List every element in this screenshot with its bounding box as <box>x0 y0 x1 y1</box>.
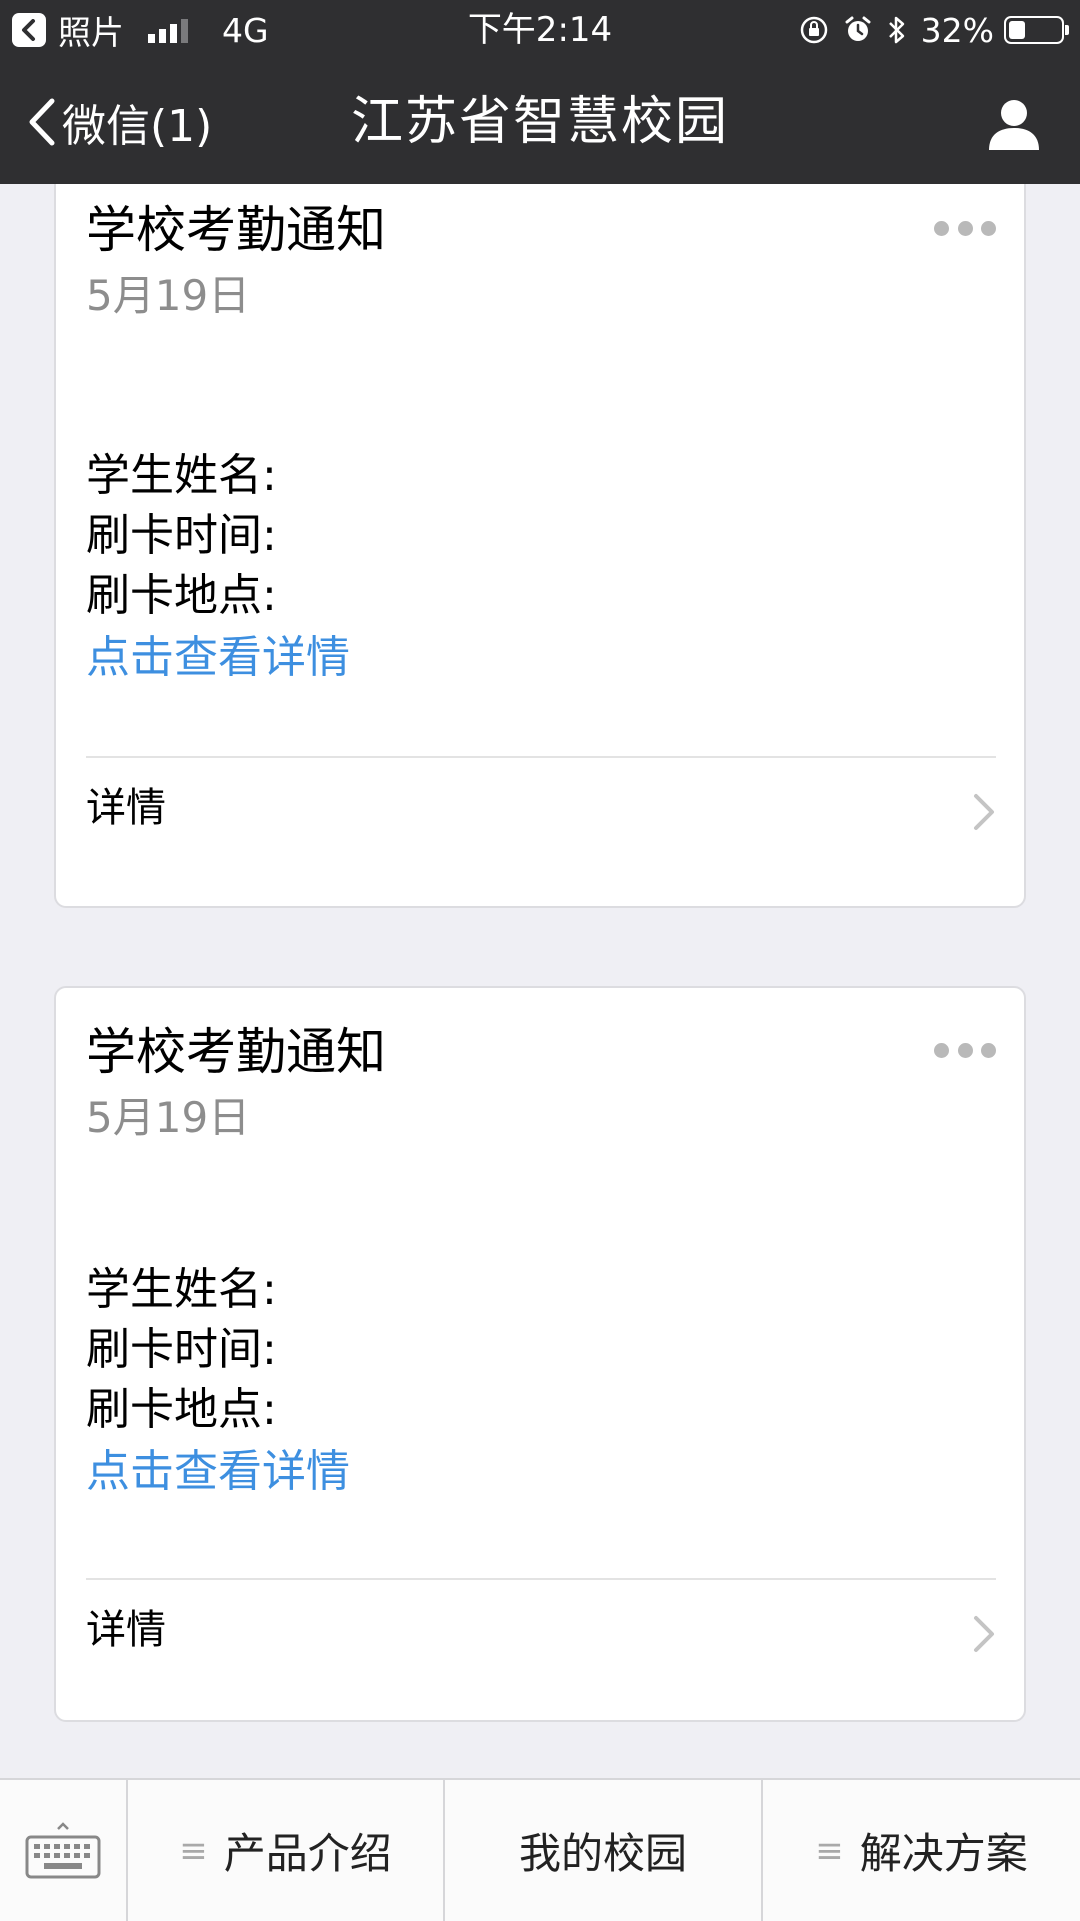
card-date: 5月19日 <box>86 1093 251 1142</box>
more-options-icon[interactable] <box>934 1040 996 1060</box>
menu-list-icon: ≡ <box>815 1830 844 1871</box>
menu-label: 我的校园 <box>518 1829 687 1878</box>
chevron-right-icon <box>974 794 994 830</box>
rotation-lock-icon <box>799 15 829 45</box>
card-title: 学校考勤通知 <box>86 201 386 259</box>
menu-label: 解决方案 <box>859 1829 1028 1878</box>
view-details-link[interactable]: 点击查看详情 <box>86 1442 350 1502</box>
battery-percent: 32% <box>920 10 994 50</box>
menu-label: 产品介绍 <box>223 1829 392 1878</box>
status-right: 32% <box>785 8 1069 52</box>
message-list[interactable]: 学校考勤通知 5月19日 学生姓名: 刷卡时间: 刷卡地点: 点击查看详情 详情… <box>0 184 1080 1778</box>
card-date: 5月19日 <box>86 271 251 320</box>
alarm-icon <box>843 15 873 45</box>
notification-card[interactable]: 学校考勤通知 5月19日 学生姓名: 刷卡时间: 刷卡地点: 点击查看详情 详情 <box>54 986 1026 1722</box>
field-swipe-time: 刷卡时间: <box>86 1324 277 1375</box>
field-student-name: 学生姓名: <box>86 450 277 501</box>
status-bar: 照片 4G 下午2:14 32% <box>0 0 1080 60</box>
card-title: 学校考勤通知 <box>86 1023 386 1081</box>
view-details-link[interactable]: 点击查看详情 <box>86 628 350 688</box>
keyboard-icon <box>25 1821 101 1878</box>
field-student-name: 学生姓名: <box>86 1264 277 1315</box>
page-title: 江苏省智慧校园 <box>350 92 729 152</box>
profile-icon[interactable] <box>986 96 1042 152</box>
battery-icon <box>1004 16 1069 44</box>
navigation-bar: 微信(1) 江苏省智慧校园 <box>0 60 1080 184</box>
bottom-menu-bar: ≡ 产品介绍 我的校园 ≡ 解决方案 <box>0 1778 1080 1921</box>
keyboard-toggle-button[interactable] <box>0 1780 128 1921</box>
menu-my-campus[interactable]: 我的校园 <box>445 1780 763 1921</box>
field-swipe-location: 刷卡地点: <box>86 1384 277 1435</box>
details-row[interactable]: 详情 <box>56 758 1024 862</box>
menu-product-intro[interactable]: ≡ 产品介绍 <box>128 1780 445 1921</box>
details-label: 详情 <box>86 1607 166 1653</box>
details-label: 详情 <box>86 785 166 831</box>
menu-list-icon: ≡ <box>179 1830 208 1871</box>
notification-card[interactable]: 学校考勤通知 5月19日 学生姓名: 刷卡时间: 刷卡地点: 点击查看详情 详情 <box>54 184 1026 908</box>
field-swipe-time: 刷卡时间: <box>86 510 277 561</box>
field-swipe-location: 刷卡地点: <box>86 570 277 621</box>
chevron-right-icon <box>974 1616 994 1652</box>
details-row[interactable]: 详情 <box>56 1580 1024 1684</box>
bluetooth-icon <box>887 14 907 46</box>
menu-solutions[interactable]: ≡ 解决方案 <box>763 1780 1080 1921</box>
more-options-icon[interactable] <box>934 218 996 238</box>
